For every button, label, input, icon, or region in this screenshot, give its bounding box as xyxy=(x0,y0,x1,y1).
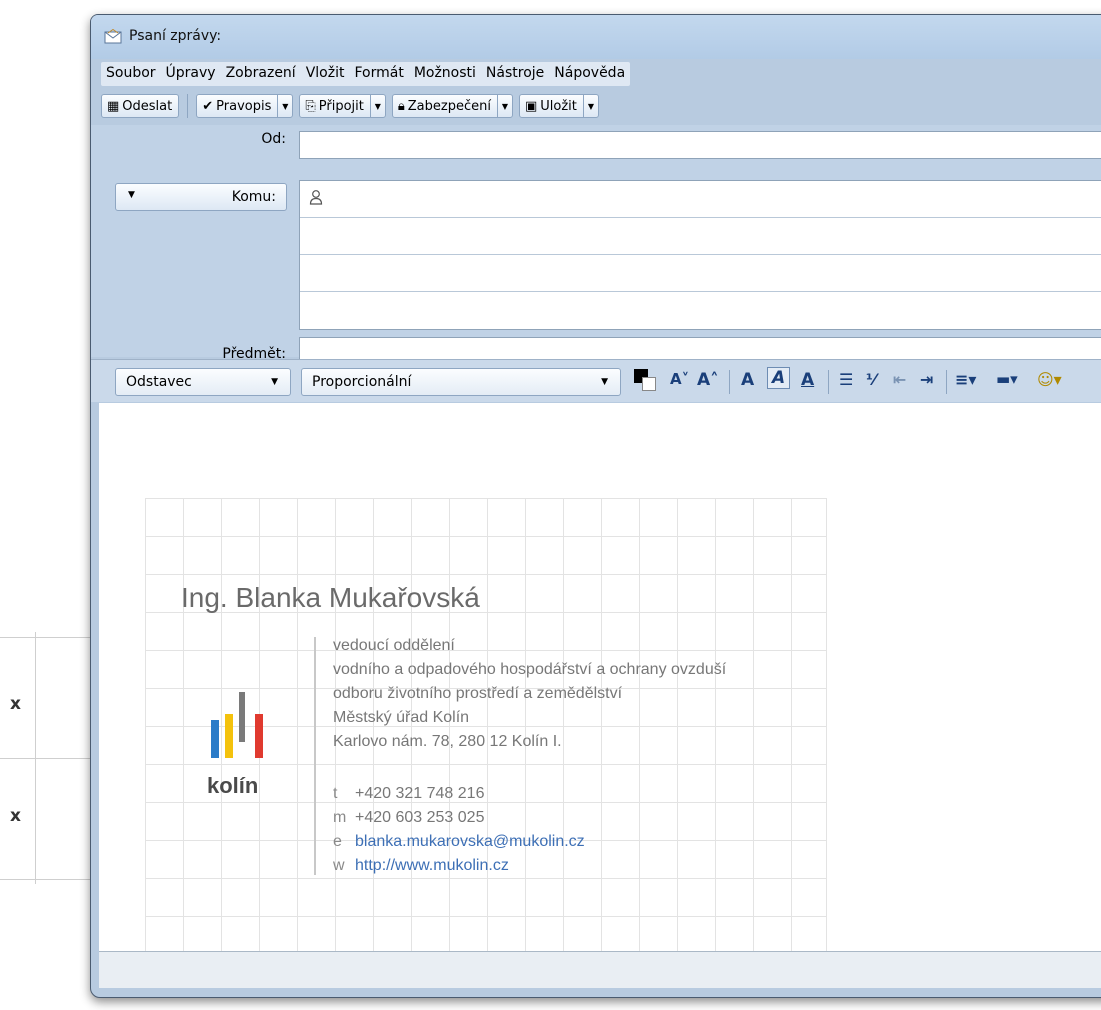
logo-text: kolín xyxy=(207,773,259,798)
recipient-type-button[interactable]: ▼ Komu: xyxy=(115,183,287,211)
insert-image-icon[interactable]: ▬▾ xyxy=(996,370,1018,388)
smiley-icon[interactable]: ☺▾ xyxy=(1037,370,1062,389)
toolbar-separator xyxy=(828,370,829,394)
send-icon: ▦ xyxy=(107,98,120,114)
menu-edit[interactable]: Úpravy xyxy=(161,62,221,86)
menu-options[interactable]: Možnosti xyxy=(409,62,481,86)
menu-insert[interactable]: Vložit xyxy=(301,62,350,86)
outdent-icon[interactable]: ⇤ xyxy=(893,370,906,389)
menu-format[interactable]: Formát xyxy=(349,62,408,86)
guide-line xyxy=(0,637,90,638)
chevron-down-icon: ▼ xyxy=(271,377,278,387)
message-body[interactable]: Ing. Blanka Mukařovská vedoucí oddělení … xyxy=(99,403,1101,953)
logo-bar-red xyxy=(255,714,263,758)
logo-bar-blue xyxy=(211,720,219,758)
align-icon[interactable]: ≡▾ xyxy=(955,370,976,389)
signature-title-line: vodního a odpadového hospodářství a ochr… xyxy=(333,661,727,678)
spellcheck-button[interactable]: ✔ Pravopis ▼ xyxy=(196,94,294,118)
format-toolbar: Odstavec ▼ Proporcionální ▼ A˅ A˄ A A A … xyxy=(91,359,1101,402)
checkmark-icon: ✔ xyxy=(202,98,214,114)
attach-button[interactable]: ⎘ Připojit ▼ xyxy=(299,94,386,118)
italic-icon[interactable]: A xyxy=(767,367,791,389)
signature-name: Ing. Blanka Mukařovská xyxy=(181,582,480,613)
underline-icon[interactable]: A xyxy=(801,370,814,390)
chevron-down-icon[interactable]: ▼ xyxy=(277,95,292,117)
message-headers: Od: ▼ Komu: Předmět: xyxy=(91,125,1101,367)
menu-help[interactable]: Nápověda xyxy=(549,62,630,86)
security-button[interactable]: 🔒︎ Zabezpečení ▼ xyxy=(391,94,513,118)
paragraph-style-select[interactable]: Odstavec ▼ xyxy=(115,368,291,396)
envelope-icon xyxy=(104,29,122,44)
recipient-input[interactable] xyxy=(300,292,1101,329)
signature-title-line: odboru životního prostředí a zemědělství xyxy=(333,685,623,702)
signature-grid xyxy=(145,498,827,953)
toolbar-separator xyxy=(946,370,947,394)
chevron-down-icon[interactable]: ▼ xyxy=(582,95,598,117)
menu-tools[interactable]: Nástroje xyxy=(481,62,549,86)
toolbar: ▦ Odeslat ✔ Pravopis ▼ ⎘ Připojit ▼ 🔒︎ Z… xyxy=(101,92,605,120)
guide-mark: x xyxy=(10,694,21,714)
menu-view[interactable]: Zobrazení xyxy=(221,62,301,86)
website-link[interactable]: http://www.mukolin.cz xyxy=(355,857,509,874)
guide-line xyxy=(0,758,90,759)
signature-title-line: vedoucí oddělení xyxy=(333,637,455,654)
font-larger-icon[interactable]: A˄ xyxy=(697,370,719,390)
signature-divider xyxy=(314,637,316,875)
window-title: Psaní zprávy: xyxy=(129,28,222,44)
guide-mark: x xyxy=(10,806,21,826)
bullet-list-icon[interactable]: ☰ xyxy=(839,370,853,389)
menu-file[interactable]: Soubor xyxy=(101,62,161,86)
signature-contact-email: e blanka.mukarovska@mukolin.cz xyxy=(333,833,585,850)
signature-contact-phone: t +420 321 748 216 xyxy=(333,785,485,802)
signature-title-line: Městský úřad Kolín xyxy=(333,709,470,726)
bold-icon[interactable]: A xyxy=(741,370,754,390)
paperclip-icon: ⎘ xyxy=(305,98,316,114)
status-bar xyxy=(99,951,1101,988)
indent-icon[interactable]: ⇥ xyxy=(920,370,933,389)
compose-window: Psaní zprávy: Soubor Úpravy Zobrazení Vl… xyxy=(90,14,1101,998)
background-color-icon[interactable] xyxy=(642,377,656,391)
floppy-disk-icon: ▣ xyxy=(524,98,538,114)
title-bar: Psaní zprávy: xyxy=(91,15,1101,59)
chevron-down-icon[interactable]: ▼ xyxy=(369,95,385,117)
save-button[interactable]: ▣ Uložit ▼ xyxy=(518,94,599,118)
chevron-down-icon: ▼ xyxy=(128,190,135,200)
menu-bar: Soubor Úpravy Zobrazení Vložit Formát Mo… xyxy=(101,62,631,86)
send-button[interactable]: ▦ Odeslat xyxy=(101,94,180,118)
font-smaller-icon[interactable]: A˅ xyxy=(670,370,689,388)
recipient-list xyxy=(299,180,1101,330)
toolbar-separator xyxy=(729,370,730,394)
numbered-list-icon[interactable]: ⅟ xyxy=(866,370,876,389)
lock-icon: 🔒︎ xyxy=(397,98,405,114)
recipient-input[interactable] xyxy=(300,218,1101,255)
signature-contact-web: w http://www.mukolin.cz xyxy=(333,857,509,874)
chevron-down-icon: ▼ xyxy=(601,377,608,387)
from-label: Od: xyxy=(261,131,286,147)
toolbar-separator xyxy=(187,94,189,118)
signature-title-line: Karlovo nám. 78, 280 12 Kolín I. xyxy=(333,733,562,750)
email-link[interactable]: blanka.mukarovska@mukolin.cz xyxy=(355,833,585,850)
person-icon xyxy=(309,190,323,205)
measurement-guides: x x xyxy=(0,0,100,1010)
from-field[interactable] xyxy=(299,131,1101,159)
recipient-input[interactable] xyxy=(300,181,1101,218)
guide-line xyxy=(0,879,90,880)
recipient-input[interactable] xyxy=(300,255,1101,292)
logo-bar-gray xyxy=(239,692,245,742)
font-select[interactable]: Proporcionální ▼ xyxy=(301,368,621,396)
chevron-down-icon[interactable]: ▼ xyxy=(496,95,512,117)
logo-bar-yellow xyxy=(225,714,233,758)
signature-contact-mobile: m +420 603 253 025 xyxy=(333,809,485,826)
